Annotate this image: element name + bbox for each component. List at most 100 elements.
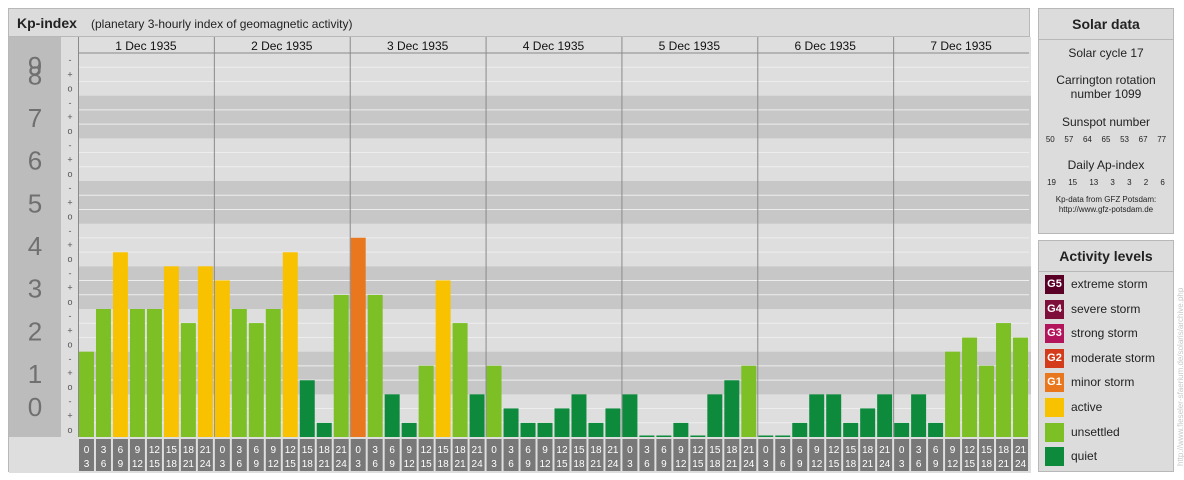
time-slot-start: 3 (780, 445, 786, 456)
kp-bar (79, 351, 94, 437)
kp-bar (214, 280, 230, 437)
level-label: quiet (1071, 449, 1098, 464)
kp-band-8 (9, 53, 1031, 96)
time-slot-end: 6 (508, 459, 514, 470)
time-slot-end: 12 (539, 459, 551, 470)
kp-bar (673, 422, 689, 437)
kp-bar (911, 394, 927, 437)
carrington-line-1: Carrington rotation (1056, 73, 1156, 87)
time-slot-start: 3 (508, 445, 514, 456)
y-tick-label: 1 (28, 359, 42, 389)
level-label: minor storm (1071, 375, 1135, 390)
time-slot-start: 21 (472, 445, 484, 456)
kp-bar (435, 280, 451, 437)
kp-bar (129, 309, 145, 437)
time-slot-end: 18 (709, 459, 721, 470)
time-slot-end: 24 (607, 459, 619, 470)
kp-bar (656, 435, 672, 437)
level-swatch: G1 (1045, 373, 1064, 393)
kp-chart: 0123456789o+-o+-o+-o+-o+-o+-o+-o+-o+-1 D… (9, 37, 1031, 473)
time-slot-start: 3 (916, 445, 922, 456)
time-slot-end: 18 (166, 459, 178, 470)
level-label: severe storm (1071, 301, 1141, 316)
sunspot-value-0: 50 (1045, 135, 1055, 144)
y-tick-label: 3 (28, 274, 42, 304)
chart-header: Kp-index (planetary 3-hourly index of ge… (9, 9, 1029, 37)
day-label: 7 Dec 1935 (930, 39, 992, 53)
kp-bar (1013, 337, 1028, 437)
time-slot-start: 18 (183, 445, 195, 456)
level-swatch: G5 (1045, 275, 1064, 294)
kp-bar (741, 365, 757, 437)
time-slot-end: 21 (726, 459, 738, 470)
time-slot-start: 15 (302, 445, 314, 456)
time-slot-end: 12 (947, 459, 959, 470)
ap-value-0: 19 (1047, 178, 1056, 187)
day-label: 2 Dec 1935 (251, 39, 313, 53)
day-label: 1 Dec 1935 (115, 39, 177, 53)
kp-bar (112, 252, 128, 437)
level-swatch: G3 (1045, 324, 1064, 344)
kp-band-4 (9, 223, 1031, 267)
time-slot-start: 0 (84, 445, 90, 456)
time-slot-end: 24 (743, 459, 755, 470)
sub-tick-mark: o (67, 297, 72, 307)
time-slot-start: 6 (933, 445, 939, 456)
kp-chart-panel: 0 1 2 3 4 5 6 7 8 9 o + - o + - o + - o + - o + - o + - o + - o + - o + -1 D… (8, 8, 1031, 473)
time-slot-end: 15 (692, 459, 704, 470)
time-slot-end: 18 (438, 459, 450, 470)
activity-level-moderate-storm: G2 moderate storm (1045, 348, 1171, 369)
activity-level-quiet: quiet (1045, 447, 1171, 467)
time-slot-start: 6 (797, 445, 803, 456)
sub-tick-mark: o (67, 212, 72, 222)
sub-tick-mark: + (67, 368, 72, 378)
time-slot-start: 18 (319, 445, 331, 456)
y-tick-label: 6 (28, 146, 42, 176)
time-slot-end: 24 (200, 459, 212, 470)
sunspot-value-5: 67 (1138, 135, 1148, 144)
kp-bar (520, 422, 536, 437)
time-slot-end: 18 (302, 459, 314, 470)
kp-bar (401, 422, 417, 437)
kp-bar (146, 309, 162, 437)
level-swatch (1045, 447, 1064, 467)
time-slot-start: 3 (101, 445, 107, 456)
kp-bar (707, 394, 723, 437)
kp-bar (554, 408, 570, 437)
time-slot-end: 9 (525, 459, 531, 470)
time-slot-start: 12 (149, 445, 161, 456)
time-slot-end: 12 (404, 459, 416, 470)
time-slot-start: 21 (743, 445, 755, 456)
kp-bar (384, 394, 400, 437)
kp-band-3 (9, 266, 1031, 309)
time-slot-end: 21 (590, 459, 602, 470)
ap-value-6: 6 (1160, 178, 1165, 187)
time-slot-end: 6 (237, 459, 243, 470)
solar-cycle: Solar cycle 17 (1068, 46, 1144, 60)
source-line-1: Kp-data from GFZ Potsdam: (1055, 195, 1157, 204)
sub-tick-mark: o (67, 340, 72, 350)
kp-bar (316, 422, 332, 437)
time-slot-start: 9 (542, 445, 548, 456)
kp-bar (860, 408, 876, 437)
activity-level-strong-storm: G3 strong storm (1045, 324, 1171, 344)
time-slot-start: 21 (607, 445, 619, 456)
kp-bar (690, 435, 706, 437)
level-label: unsettled (1071, 424, 1120, 439)
kp-bar (809, 394, 825, 437)
ap-title: Daily Ap-index (1067, 158, 1145, 172)
watermark-url: http://www.fieseler-sfaerium.de/solaris/… (1176, 287, 1184, 466)
time-slot-start: 21 (1015, 445, 1027, 456)
time-slot-end: 24 (1015, 459, 1027, 470)
kp-bar (95, 309, 111, 437)
day-label: 6 Dec 1935 (795, 39, 857, 53)
time-slot-end: 21 (862, 459, 874, 470)
time-slot-end: 15 (285, 459, 297, 470)
sunspot-value-3: 65 (1101, 135, 1111, 144)
kp-bar (758, 435, 774, 437)
sub-tick-mark: + (67, 325, 72, 335)
kp-bar (979, 365, 995, 437)
time-slot-end: 24 (472, 459, 484, 470)
sub-tick-mark: - (69, 268, 72, 278)
time-slot-end: 9 (797, 459, 803, 470)
